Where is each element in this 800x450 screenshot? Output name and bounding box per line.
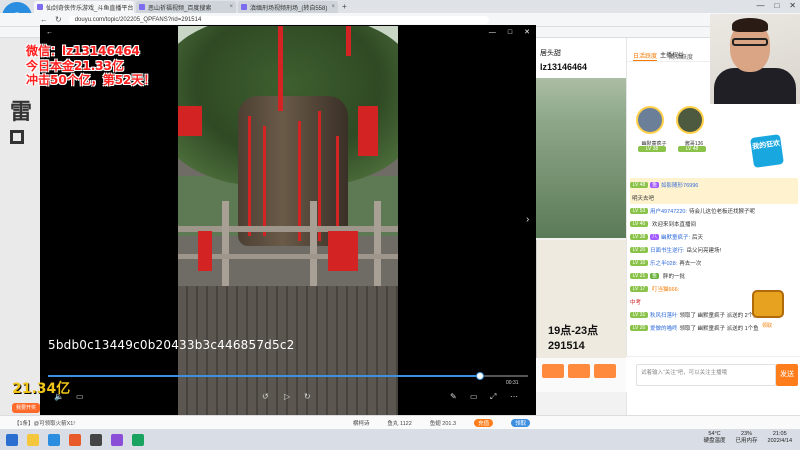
close-window-icon[interactable]: ✕ xyxy=(789,1,796,10)
player-controls: 🔈 ▭ ↺ ▷ ↻ ✎ ▭ ⤢ ⋯ xyxy=(40,392,536,406)
chest-label[interactable]: 领取 xyxy=(762,322,772,329)
video-frame xyxy=(178,26,398,416)
tab-video[interactable]: 滇缅刑场视频刑场_(转自558) × xyxy=(238,1,338,13)
windows-taskbar xyxy=(0,429,800,450)
memory-label: 已用内存 xyxy=(735,438,758,444)
tab-daily-activity[interactable]: 日活跃度 xyxy=(633,51,658,61)
fish-fin-count: 鱼翅 201.3 xyxy=(429,420,457,427)
gift-item[interactable] xyxy=(542,364,564,378)
forward-icon[interactable]: ↻ xyxy=(304,392,311,401)
douyu-favicon-icon xyxy=(37,4,43,10)
gift-item[interactable] xyxy=(568,364,590,378)
video-favicon-icon xyxy=(241,4,247,10)
app-icon[interactable] xyxy=(132,433,144,446)
counter-overlay: 21.34亿 xyxy=(12,381,71,397)
draw-button[interactable]: 我要开奖 xyxy=(12,403,40,413)
goal-overlay: 冲击50个亿，第52天！ xyxy=(26,73,156,87)
temp-label: 硬盘温度 xyxy=(703,438,726,444)
room-number: 291514 xyxy=(548,340,585,352)
streamer-id: lz13146464 xyxy=(540,62,588,72)
new-tab-button[interactable]: + xyxy=(342,1,347,13)
fullscreen-icon[interactable]: ⤢ xyxy=(490,392,496,402)
fish-ball-count: 鱼丸 1122 xyxy=(387,420,412,427)
chat-message: LV 38 八幽默童疯子: 后天 xyxy=(630,230,798,243)
more-icon[interactable]: ⋯ xyxy=(510,392,518,401)
start-icon[interactable] xyxy=(6,433,18,446)
miniplayer-icon[interactable]: ▭ xyxy=(470,392,478,401)
treasure-chest-icon[interactable] xyxy=(752,290,784,318)
schedule-text: 19点-23点 xyxy=(548,325,599,337)
app-icon[interactable] xyxy=(111,433,123,446)
banner-box xyxy=(10,130,24,144)
memory-value: 23% xyxy=(741,431,753,437)
chat-input[interactable]: 试着输入“关注”吧，可以关注主播哦 xyxy=(636,364,776,386)
close-tab-icon[interactable]: × xyxy=(331,4,335,10)
url-input[interactable]: douyu.com/topic/202205_QPFANS?rid=291514 xyxy=(68,15,489,24)
back-icon[interactable]: ← xyxy=(40,15,48,24)
player-close-icon[interactable]: ✕ xyxy=(524,28,530,36)
gift-bar xyxy=(536,358,626,392)
player-minimize-icon[interactable]: — xyxy=(489,29,496,36)
temp-value: 54°C xyxy=(708,431,721,437)
chat-message: LV 53 用户49747220: 待会儿这位老板还找猴子呢 xyxy=(630,204,798,217)
subtitle-icon[interactable]: ▭ xyxy=(76,392,84,401)
play-icon[interactable]: ▷ xyxy=(284,392,290,401)
edit-icon[interactable]: ✎ xyxy=(450,392,457,401)
close-tab-icon[interactable]: × xyxy=(133,4,134,10)
browser-icon[interactable] xyxy=(48,433,60,446)
stream-header: 居头甜 xyxy=(540,50,561,57)
stream-header-panel xyxy=(536,38,626,78)
progress-bar[interactable] xyxy=(48,372,528,380)
tab-baidu-search[interactable]: 恶山祈福视频_百度搜索 × xyxy=(136,1,236,13)
chat-message: LV 21 鱼胖的一批 xyxy=(630,269,798,282)
chat-message: LV 20 日面书生逆行: 岳父问亮建场! xyxy=(630,243,798,256)
avatar[interactable]: 幽默童疯子 LV 38 xyxy=(636,106,667,152)
chat-message: LV 40 欢迎来到本直播间 xyxy=(630,217,798,230)
tab-douyu[interactable]: 仙剑奇侠传乐游戏_斗鱼直播平台× xyxy=(34,1,134,13)
browser-tab-bar: 仙剑奇侠传乐游戏_斗鱼直播平台× 恶山祈福视频_百度搜索× 滇缅刑场视频刑场_(… xyxy=(0,0,800,13)
system-tray: 54°C 硬盘温度 23% 已用内存 21:05 2022/4/14 xyxy=(704,431,793,445)
progress-handle[interactable] xyxy=(476,372,484,380)
baidu-favicon-icon xyxy=(139,4,145,10)
claim-button[interactable]: 领取 xyxy=(511,418,531,427)
notice-text[interactable]: 【1条】@可领取火箭X1! xyxy=(14,419,75,427)
chat-message: LV 10 乐之半028: 再去一次 xyxy=(630,256,798,269)
minimize-icon[interactable]: — xyxy=(756,1,764,10)
recharge-button[interactable]: 充值 xyxy=(474,418,494,427)
send-button[interactable]: 发送 xyxy=(776,364,798,386)
top-fans: 幽默童疯子 LV 38 酱哥136 LV 48 xyxy=(636,106,706,152)
maximize-icon[interactable]: □ xyxy=(774,1,779,10)
close-tab-icon[interactable]: × xyxy=(229,4,233,10)
chat-message: 明天去吧 xyxy=(630,191,798,204)
app-icon[interactable] xyxy=(69,433,81,446)
clock[interactable]: 21:05 2022/4/14 xyxy=(768,431,792,445)
progress-fill xyxy=(48,375,480,377)
streamer-webcam xyxy=(710,14,800,104)
timecode: 00:31 xyxy=(506,380,519,386)
carnival-badge[interactable]: 我的狂欢 xyxy=(750,134,784,168)
banner-character: 雷 xyxy=(10,99,33,125)
refresh-icon[interactable]: ↻ xyxy=(55,15,62,24)
chat-message: LV 20 爱做的喵咚 领取了 幽默童疯子 派送的 1个鱼 xyxy=(630,321,798,334)
chat-message: LV 48 鱼如影随形76996 xyxy=(630,178,798,191)
window-controls: — □ ✕ xyxy=(756,1,796,10)
stream-status-bar: 【1条】@可领取火箭X1! 横柯诗 鱼丸 1122 鱼翅 201.3 充值 领取 xyxy=(0,415,800,429)
app-icon[interactable] xyxy=(90,433,102,446)
player-maximize-icon[interactable]: □ xyxy=(508,29,512,36)
hash-overlay: 5bdb0c13449c0b20433b3c446857d5c2 xyxy=(48,338,295,352)
avatar[interactable]: 酱哥136 LV 48 xyxy=(676,106,706,152)
rewind-icon[interactable]: ↺ xyxy=(262,392,269,401)
back-arrow-icon[interactable]: ← xyxy=(46,29,53,36)
gift-item[interactable] xyxy=(594,364,616,378)
folder-icon[interactable] xyxy=(27,433,39,446)
guardian-label[interactable]: 主播权益 xyxy=(660,50,684,59)
next-arrow-icon[interactable]: › xyxy=(526,214,529,225)
status-item: 横柯诗 xyxy=(352,420,370,427)
